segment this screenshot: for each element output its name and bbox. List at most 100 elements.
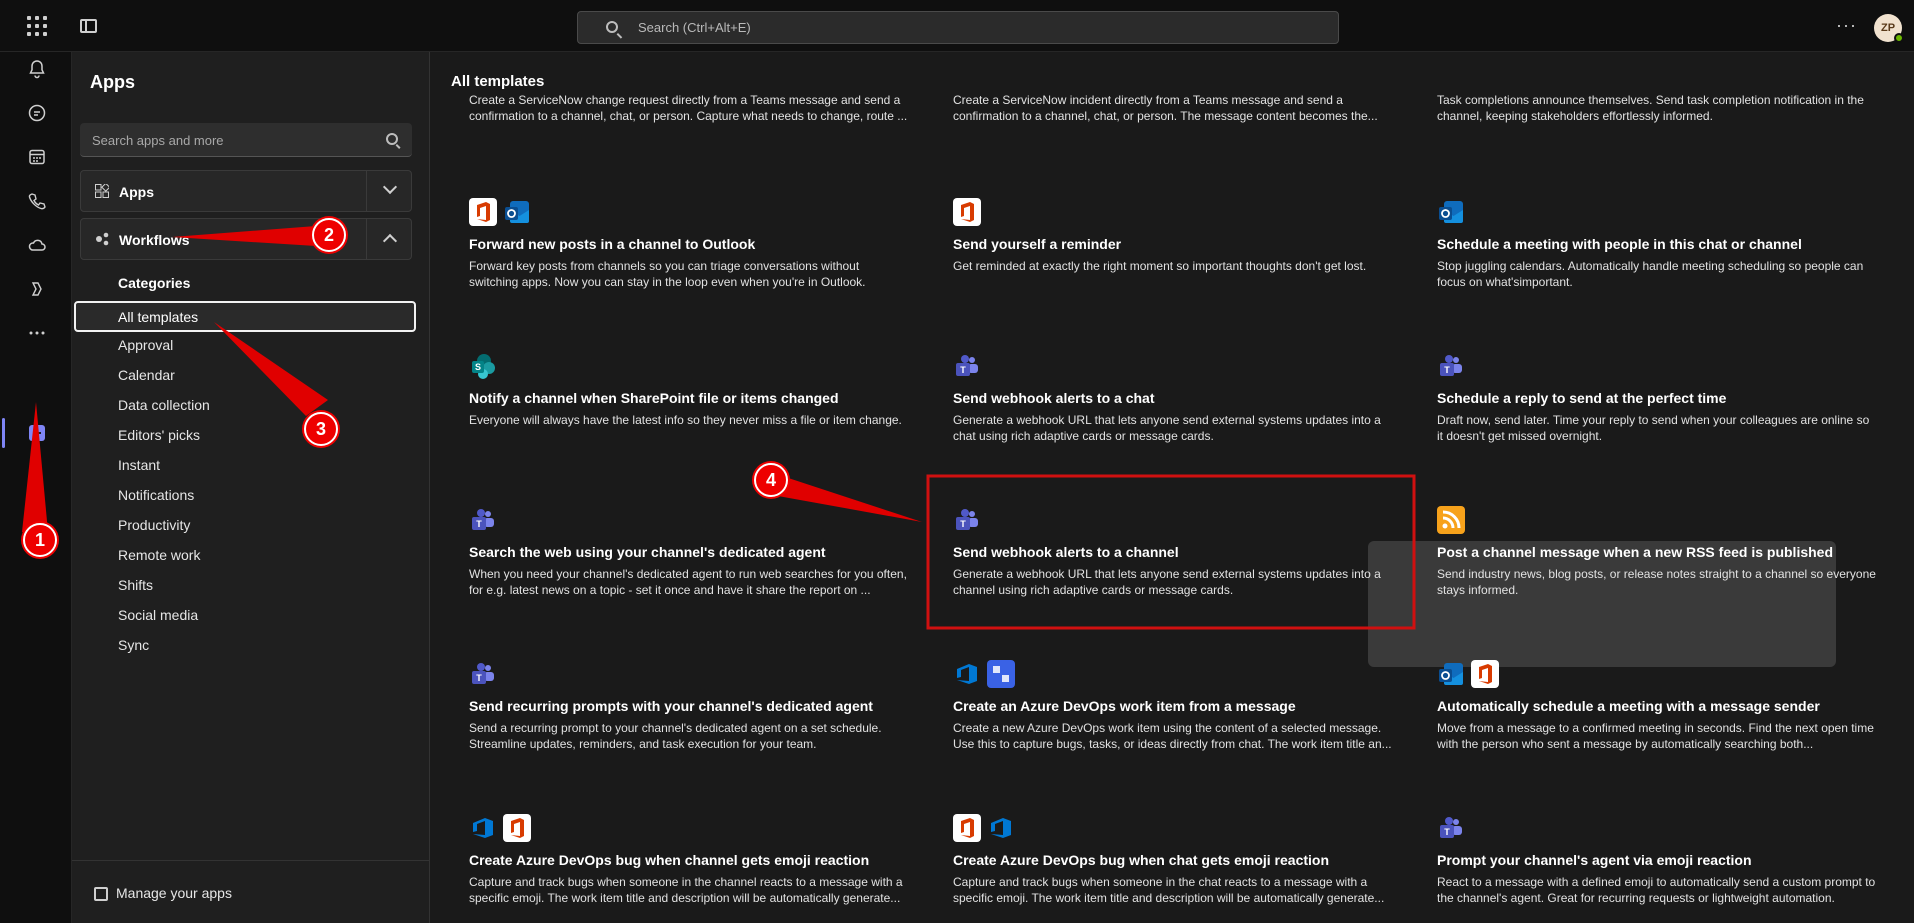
avatar[interactable]: ZP — [1874, 14, 1904, 43]
top-bar: Search (Ctrl+Alt+E) ··· ZP — [0, 0, 1914, 52]
template-app-icons: T — [953, 352, 981, 382]
template-card[interactable]: T Search the web using your channel's ded… — [469, 506, 909, 634]
azure-devops-icon — [987, 814, 1015, 842]
manage-apps-link[interactable]: Manage your apps — [72, 860, 430, 923]
apps-add-icon[interactable] — [26, 422, 48, 444]
category-item[interactable]: Productivity — [118, 517, 190, 533]
template-description: Everyone will always have the latest inf… — [469, 413, 902, 427]
template-description: Send industry news, blog posts, or relea… — [1437, 567, 1876, 597]
category-item[interactable]: Instant — [118, 457, 160, 473]
template-card[interactable]: Create an Azure DevOps work item from a … — [953, 660, 1393, 788]
svg-text:T: T — [476, 673, 482, 683]
svg-text:T: T — [1444, 827, 1450, 837]
office-icon — [503, 814, 531, 842]
search-icon — [386, 133, 398, 145]
template-app-icons: T — [1437, 814, 1465, 844]
onedrive-cloud-icon[interactable] — [26, 234, 48, 256]
template-app-icons — [469, 814, 531, 844]
apps-search-input[interactable]: Search apps and more — [80, 123, 412, 157]
categories-heading: Categories — [118, 275, 191, 291]
teams-icon: T — [953, 352, 981, 380]
template-card[interactable]: T Send recurring prompts with your channe… — [469, 660, 909, 788]
template-description: Create a ServiceNow change request direc… — [469, 93, 908, 123]
rail-active-indicator — [2, 418, 5, 448]
apps-accordion-label: Apps — [119, 184, 154, 200]
template-card[interactable]: T Send webhook alerts to a channel Generat… — [953, 506, 1393, 634]
template-card[interactable]: Forward new posts in a channel to Outloo… — [469, 198, 909, 326]
chevron-down-icon[interactable] — [382, 179, 398, 195]
template-title: Send webhook alerts to a chat — [953, 390, 1155, 406]
divider — [366, 219, 367, 259]
template-card[interactable]: S Notify a channel when SharePoint file o… — [469, 352, 909, 480]
category-item[interactable]: Editors' picks — [118, 427, 200, 443]
category-all-templates[interactable]: All templates — [74, 301, 416, 332]
template-title: Create an Azure DevOps work item from a … — [953, 698, 1296, 714]
activity-bell-icon[interactable] — [26, 58, 48, 80]
template-description: Send a recurring prompt to your channel'… — [469, 721, 882, 751]
copilot-icon[interactable] — [26, 278, 48, 300]
avatar-initials: ZP — [1880, 22, 1896, 34]
template-card[interactable]: Automatically schedule a meeting with a … — [1437, 660, 1877, 788]
template-card[interactable]: Send yourself a reminder Get reminded at … — [953, 198, 1393, 326]
template-description: Forward key posts from channels so you c… — [469, 259, 866, 289]
template-title: Prompt your channel's agent via emoji re… — [1437, 852, 1752, 868]
category-item[interactable]: Shifts — [118, 577, 153, 593]
template-app-icons: T — [469, 506, 497, 536]
svg-text:T: T — [1444, 365, 1450, 375]
template-card[interactable]: Create a ServiceNow change request direc… — [469, 92, 909, 128]
workflows-accordion[interactable]: Workflows — [80, 218, 412, 260]
category-item[interactable]: Sync — [118, 637, 149, 653]
chevron-up-icon[interactable] — [382, 233, 398, 249]
app-launcher-icon[interactable] — [26, 15, 48, 37]
category-item[interactable]: Data collection — [118, 397, 210, 413]
category-item[interactable]: Approval — [118, 337, 173, 353]
chat-icon[interactable] — [26, 102, 48, 124]
templates-main: All templates Create a ServiceNow change… — [431, 52, 1914, 923]
apps-sidebar: Apps Search apps and more Apps Workflows… — [72, 52, 430, 923]
template-card[interactable]: Create Azure DevOps bug when channel get… — [469, 814, 909, 923]
outlook-icon — [1437, 660, 1465, 688]
apps-search-placeholder: Search apps and more — [92, 133, 224, 148]
global-search-input[interactable]: Search (Ctrl+Alt+E) — [577, 11, 1339, 44]
app-rail — [0, 52, 72, 923]
template-title: Send webhook alerts to a channel — [953, 544, 1179, 560]
rss-feed-icon — [1437, 506, 1465, 534]
apps-accordion[interactable]: Apps — [80, 170, 412, 212]
search-icon — [606, 21, 618, 33]
more-options-icon[interactable]: ··· — [1836, 15, 1857, 36]
more-apps-ellipsis-icon[interactable] — [26, 322, 48, 344]
template-app-icons — [953, 660, 1015, 690]
manage-apps-label: Manage your apps — [116, 885, 232, 901]
template-card[interactable]: Schedule a meeting with people in this c… — [1437, 198, 1877, 326]
template-description: Move from a message to a confirmed meeti… — [1437, 721, 1874, 751]
category-item[interactable]: Calendar — [118, 367, 175, 383]
template-card[interactable]: T Send webhook alerts to a chat Generate a… — [953, 352, 1393, 480]
template-title: Create Azure DevOps bug when channel get… — [469, 852, 870, 868]
category-item[interactable]: Social media — [118, 607, 198, 623]
template-card[interactable]: Post a channel message when a new RSS fe… — [1437, 506, 1877, 634]
template-description: Stop juggling calendars. Automatically h… — [1437, 259, 1864, 289]
template-card[interactable]: Create Azure DevOps bug when chat gets e… — [953, 814, 1393, 923]
category-item[interactable]: Notifications — [118, 487, 194, 503]
template-description: Get reminded at exactly the right moment… — [953, 259, 1367, 273]
teams-icon: T — [1437, 814, 1465, 842]
template-card[interactable]: T Prompt your channel's agent via emoji r… — [1437, 814, 1877, 923]
svg-text:T: T — [476, 519, 482, 529]
template-app-icons: T — [469, 660, 497, 690]
template-description: When you need your channel's dedicated a… — [469, 567, 907, 597]
annotation-badge-2: 2 — [312, 218, 346, 252]
calendar-icon[interactable] — [26, 146, 48, 168]
template-title: Notify a channel when SharePoint file or… — [469, 390, 839, 406]
template-app-icons — [953, 198, 981, 228]
category-label: All templates — [118, 309, 199, 325]
template-card[interactable]: Task completions announce themselves. Se… — [1437, 92, 1877, 128]
calls-phone-icon[interactable] — [26, 190, 48, 212]
category-item[interactable]: Remote work — [118, 547, 200, 563]
template-description: Draft now, send later. Time your reply t… — [1437, 413, 1870, 443]
template-card[interactable]: Create a ServiceNow incident directly fr… — [953, 92, 1393, 128]
panel-toggle-icon[interactable] — [80, 19, 97, 33]
template-description: Create a ServiceNow incident directly fr… — [953, 93, 1378, 123]
template-card[interactable]: T Schedule a reply to send at the perfect… — [1437, 352, 1877, 480]
template-description: Generate a webhook URL that lets anyone … — [953, 413, 1381, 443]
presence-available-icon — [1894, 33, 1904, 43]
